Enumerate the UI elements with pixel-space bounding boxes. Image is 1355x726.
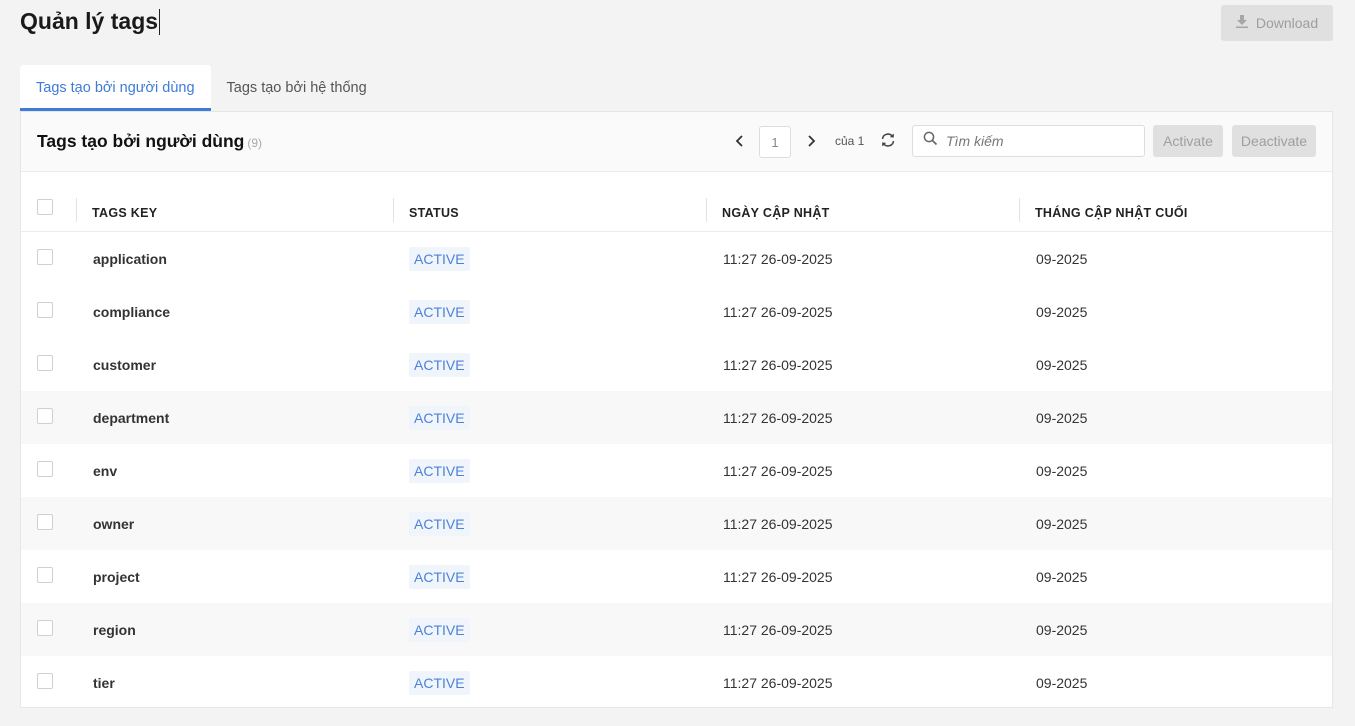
- column-divider: [393, 198, 394, 222]
- column-header-last-updated-month[interactable]: THÁNG CẬP NHẬT CUỐI: [1035, 194, 1188, 232]
- updated-date-cell: 11:27 26-09-2025: [723, 568, 833, 585]
- row-checkbox[interactable]: [37, 408, 53, 424]
- row-checkbox[interactable]: [37, 567, 53, 583]
- tag-key-cell: customer: [93, 356, 157, 373]
- page-title-text: Quản lý tags: [20, 8, 159, 34]
- status-badge: ACTIVE: [409, 246, 470, 271]
- tag-key-cell: project: [93, 568, 140, 585]
- column-header-updated-date[interactable]: NGÀY CẬP NHẬT: [722, 194, 830, 232]
- table-row[interactable]: region ACTIVE 11:27 26-09-2025 09-2025: [21, 603, 1332, 656]
- tags-card: Tags tạo bởi người dùng(9) 1 của 1 Activ…: [20, 111, 1333, 708]
- updated-date-cell: 11:27 26-09-2025: [723, 303, 833, 320]
- table-header: TAGS KEY STATUS NGÀY CẬP NHẬT THÁNG CẬP …: [21, 194, 1332, 232]
- tag-key-cell: env: [93, 462, 118, 479]
- tag-key-cell: region: [93, 621, 136, 638]
- text-caret: [159, 8, 161, 35]
- tag-key-cell: tier: [93, 674, 115, 691]
- search-field[interactable]: [912, 125, 1145, 157]
- tag-count: (9): [247, 136, 263, 150]
- updated-date-cell: 11:27 26-09-2025: [723, 250, 833, 267]
- table-row[interactable]: department ACTIVE 11:27 26-09-2025 09-20…: [21, 391, 1332, 444]
- download-icon: [1235, 15, 1248, 31]
- column-header-status[interactable]: STATUS: [409, 194, 459, 232]
- column-divider: [706, 198, 707, 222]
- chevron-right-icon[interactable]: [801, 131, 821, 151]
- last-month-cell: 09-2025: [1036, 674, 1088, 691]
- table-row[interactable]: customer ACTIVE 11:27 26-09-2025 09-2025: [21, 338, 1332, 391]
- updated-date-cell: 11:27 26-09-2025: [723, 621, 833, 638]
- row-checkbox[interactable]: [37, 302, 53, 318]
- refresh-icon[interactable]: [879, 131, 897, 149]
- last-month-cell: 09-2025: [1036, 250, 1088, 267]
- page-number-input[interactable]: 1: [759, 126, 791, 158]
- select-all-checkbox[interactable]: [37, 199, 53, 215]
- status-badge: ACTIVE: [409, 511, 470, 536]
- tag-key-cell: owner: [93, 515, 135, 532]
- last-month-cell: 09-2025: [1036, 356, 1088, 373]
- page-title: Quản lý tags: [20, 8, 161, 35]
- updated-date-cell: 11:27 26-09-2025: [723, 356, 833, 373]
- column-divider: [76, 198, 77, 222]
- last-month-cell: 09-2025: [1036, 568, 1088, 585]
- last-month-cell: 09-2025: [1036, 409, 1088, 426]
- tab-user-tags-label: Tags tạo bởi người dùng: [36, 80, 195, 96]
- tab-system-tags-label: Tags tạo bởi hệ thống: [226, 80, 367, 96]
- status-badge: ACTIVE: [409, 458, 470, 483]
- last-month-cell: 09-2025: [1036, 303, 1088, 320]
- row-checkbox[interactable]: [37, 620, 53, 636]
- updated-date-cell: 11:27 26-09-2025: [723, 462, 833, 479]
- status-badge: ACTIVE: [409, 405, 470, 430]
- table-row[interactable]: compliance ACTIVE 11:27 26-09-2025 09-20…: [21, 285, 1332, 338]
- search-input[interactable]: [946, 133, 1126, 149]
- row-checkbox[interactable]: [37, 514, 53, 530]
- status-badge: ACTIVE: [409, 564, 470, 589]
- last-month-cell: 09-2025: [1036, 515, 1088, 532]
- last-month-cell: 09-2025: [1036, 621, 1088, 638]
- table-row[interactable]: env ACTIVE 11:27 26-09-2025 09-2025: [21, 444, 1332, 497]
- deactivate-button[interactable]: Deactivate: [1232, 125, 1316, 157]
- tag-key-cell: department: [93, 409, 170, 426]
- tag-key-cell: application: [93, 250, 167, 267]
- download-button[interactable]: Download: [1221, 5, 1333, 41]
- column-divider: [1019, 198, 1020, 222]
- status-badge: ACTIVE: [409, 617, 470, 642]
- status-badge: ACTIVE: [409, 352, 470, 377]
- table-row[interactable]: application ACTIVE 11:27 26-09-2025 09-2…: [21, 232, 1332, 285]
- table-row[interactable]: project ACTIVE 11:27 26-09-2025 09-2025: [21, 550, 1332, 603]
- updated-date-cell: 11:27 26-09-2025: [723, 409, 833, 426]
- page-of-label: của 1: [835, 134, 865, 148]
- updated-date-cell: 11:27 26-09-2025: [723, 674, 833, 691]
- tab-bar: Tags tạo bởi người dùng Tags tạo bởi hệ …: [20, 65, 383, 111]
- table-body: application ACTIVE 11:27 26-09-2025 09-2…: [21, 232, 1332, 709]
- card-header: Tags tạo bởi người dùng(9) 1 của 1 Activ…: [21, 112, 1332, 172]
- chevron-left-icon[interactable]: [730, 131, 750, 151]
- row-checkbox[interactable]: [37, 249, 53, 265]
- last-month-cell: 09-2025: [1036, 462, 1088, 479]
- search-icon: [923, 131, 938, 151]
- row-checkbox[interactable]: [37, 355, 53, 371]
- card-title-text: Tags tạo bởi người dùng: [37, 131, 245, 151]
- table-row[interactable]: tier ACTIVE 11:27 26-09-2025 09-2025: [21, 656, 1332, 709]
- status-badge: ACTIVE: [409, 670, 470, 695]
- table-row[interactable]: owner ACTIVE 11:27 26-09-2025 09-2025: [21, 497, 1332, 550]
- status-badge: ACTIVE: [409, 299, 470, 324]
- download-label: Download: [1255, 15, 1319, 31]
- card-title: Tags tạo bởi người dùng (9): [37, 131, 262, 152]
- tab-user-tags[interactable]: Tags tạo bởi người dùng: [20, 65, 211, 111]
- row-checkbox[interactable]: [37, 673, 53, 689]
- updated-date-cell: 11:27 26-09-2025: [723, 515, 833, 532]
- row-checkbox[interactable]: [37, 461, 53, 477]
- tag-key-cell: compliance: [93, 303, 171, 320]
- activate-button[interactable]: Activate: [1153, 125, 1223, 157]
- column-header-tags-key[interactable]: TAGS KEY: [92, 194, 157, 232]
- tab-system-tags[interactable]: Tags tạo bởi hệ thống: [211, 65, 383, 111]
